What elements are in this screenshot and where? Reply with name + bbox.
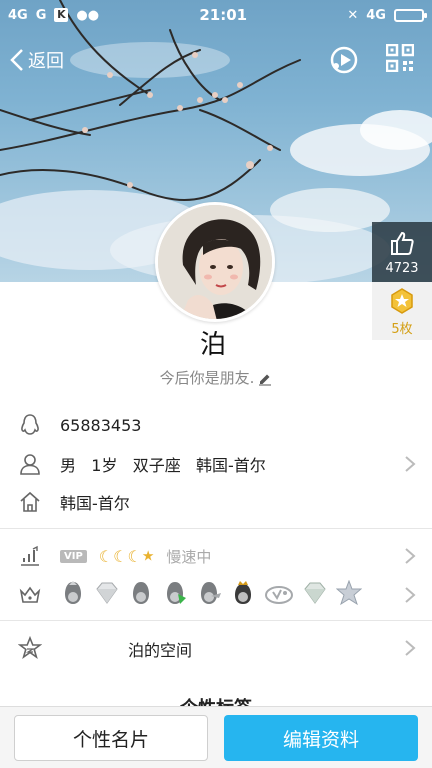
hometown-row: 韩国-首尔 (0, 487, 432, 517)
personal-info-row[interactable]: 男 1岁 双子座 韩国-首尔 (0, 449, 432, 479)
moon-icon: ☾ (127, 546, 142, 566)
level-info: VIP ☾☾☾★ 慢速中 (60, 546, 211, 567)
profile-card-button[interactable]: 个性名片 (14, 715, 208, 761)
status-bar: 4G G K ●● 21:01 ✕ 4G (0, 0, 432, 30)
home-icon (20, 491, 40, 512)
battery-icon (393, 8, 427, 22)
personal-info: 男 1岁 双子座 韩国-首尔 (60, 452, 266, 476)
divider (0, 620, 432, 621)
penguin-icon (21, 414, 39, 435)
diamond-medal-icon (96, 582, 118, 604)
qq-number: 65883453 (60, 415, 142, 435)
like-button[interactable]: 4723 (372, 222, 432, 282)
qzone-label[interactable]: 泊的空间 (128, 637, 192, 661)
qzone-row[interactable] (0, 633, 432, 663)
signal-icon-2: G (35, 7, 47, 23)
gender: 男 (60, 456, 77, 475)
diamond-medal-icon (304, 582, 326, 604)
chevron-right-icon (405, 587, 416, 603)
person-icon (20, 454, 40, 475)
penguin-plane-medal-icon (201, 582, 221, 604)
chevron-right-icon (405, 456, 416, 472)
moon-icon: ☾ (98, 546, 114, 566)
edit-profile-button[interactable]: 编辑资料 (224, 715, 418, 761)
bottom-action-bar: 个性名片 编辑资料 (0, 706, 432, 768)
hometown: 韩国-首尔 (60, 494, 130, 513)
signal-icon-right: 4G (366, 7, 386, 23)
chevron-left-icon (10, 49, 23, 71)
moon-icon: ☾ (113, 546, 128, 566)
signature[interactable]: 今后你是朋友. (0, 367, 432, 388)
level-chart-icon (21, 545, 39, 566)
music-icon[interactable] (328, 44, 360, 76)
star-medal-icon (336, 580, 362, 606)
like-count: 4723 (385, 261, 419, 276)
divider (0, 528, 432, 529)
avatar[interactable] (155, 202, 275, 322)
chevron-right-icon (405, 640, 416, 656)
star-icon: ★ (141, 548, 155, 564)
edit-pencil-icon[interactable] (258, 372, 272, 386)
mute-icon: ✕ (347, 7, 359, 23)
medal-list[interactable] (60, 580, 362, 606)
clock: 21:01 (199, 6, 248, 24)
profile-screen: 4G G K ●● 21:01 ✕ 4G 返回 4723 5枚 泊 今后你是朋友… (0, 0, 432, 768)
qr-code-icon[interactable] (386, 44, 414, 72)
chevron-right-icon (405, 548, 416, 564)
level-row[interactable]: VIP ☾☾☾★ 慢速中 (0, 541, 432, 571)
age: 1岁 (91, 456, 118, 475)
avatar-illustration (158, 205, 272, 319)
top-nav: 返回 (0, 40, 432, 80)
vip-tag: VIP (60, 549, 87, 563)
penguin-crown-medal-icon (235, 581, 251, 604)
penguin-green-medal-icon (167, 582, 186, 604)
speed-status: 慢速中 (166, 547, 212, 566)
star-badge-icon (391, 288, 413, 314)
back-button[interactable]: 返回 (10, 40, 64, 80)
qq-number-row: 65883453 (0, 410, 432, 440)
crown-icon (19, 586, 41, 603)
star-outline-icon (18, 636, 42, 659)
svip-medal-icon (265, 586, 293, 604)
penguin-medal-icon (65, 581, 81, 604)
location: 韩国-首尔 (196, 456, 266, 475)
thumbs-up-icon (391, 231, 414, 255)
signal-icon: 4G (8, 7, 28, 23)
zodiac: 双子座 (132, 456, 181, 475)
nickname: 泊 (199, 330, 226, 360)
k-app-icon: K (54, 8, 69, 22)
wechat-icon: ●● (76, 7, 100, 23)
signature-text: 今后你是朋友. (159, 369, 255, 387)
penguin-medal-icon (133, 582, 149, 604)
back-label: 返回 (28, 51, 64, 72)
